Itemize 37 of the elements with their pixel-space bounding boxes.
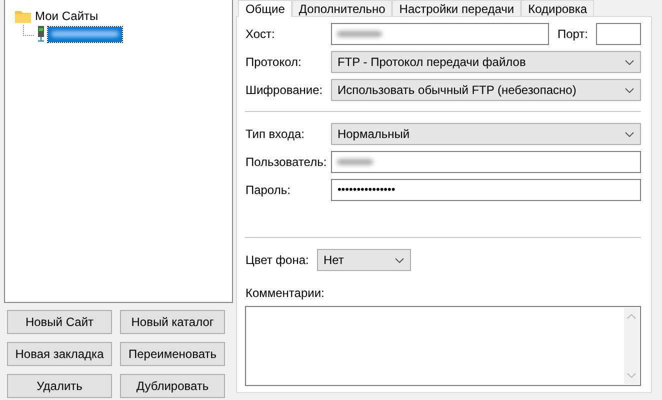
server-icon (37, 26, 45, 42)
field-label: Цвет фона: (245, 253, 310, 267)
chevron-icon (625, 88, 634, 92)
site-tree[interactable]: Мои Сайты (4, 0, 234, 303)
site-button[interactable]: Переименовать (120, 342, 225, 366)
field-label: Протокол: (245, 55, 302, 69)
site-button[interactable]: Новый Сайт (7, 310, 112, 334)
field-label: Пользователь: (245, 155, 328, 169)
dropdown[interactable]: Нет (317, 249, 412, 271)
chevron-icon (625, 60, 634, 64)
tree-item[interactable]: Мои Сайты (35, 9, 98, 23)
chevron-icon (625, 132, 634, 136)
field-label: Пароль: (245, 183, 292, 197)
tab[interactable]: Настройки передачи (392, 0, 522, 16)
dropdown[interactable]: FTP - Протокол передачи файлов (331, 51, 641, 73)
tree-item[interactable] (48, 26, 122, 42)
tab[interactable]: Дополнительно (292, 0, 392, 16)
field-label: Шифрование: (245, 83, 324, 97)
field-label: Комментарии: (245, 286, 326, 300)
port-field[interactable] (596, 23, 641, 45)
field-label: Тип входа: (245, 127, 306, 141)
host-field[interactable] (331, 23, 550, 45)
chevron-icon (395, 258, 404, 262)
field-label: Хост: (245, 27, 276, 41)
folder-icon (15, 10, 31, 22)
site-button[interactable]: Дублировать (120, 374, 225, 398)
comments-field[interactable] (245, 306, 641, 386)
site-button[interactable]: Удалить (7, 374, 112, 398)
tab[interactable]: Общие (238, 0, 292, 17)
dropdown[interactable]: Использовать обычный FTP (небезопасно) (331, 79, 641, 101)
field-label: Порт: (557, 27, 588, 41)
user-field[interactable] (331, 151, 641, 173)
tab[interactable]: Кодировка (521, 0, 594, 16)
password-field[interactable]: ••••••••••••••• (331, 179, 641, 201)
dropdown[interactable]: Нормальный (331, 123, 641, 145)
site-button[interactable]: Новый каталог (120, 310, 225, 334)
site-button[interactable]: Новая закладка (7, 342, 112, 366)
